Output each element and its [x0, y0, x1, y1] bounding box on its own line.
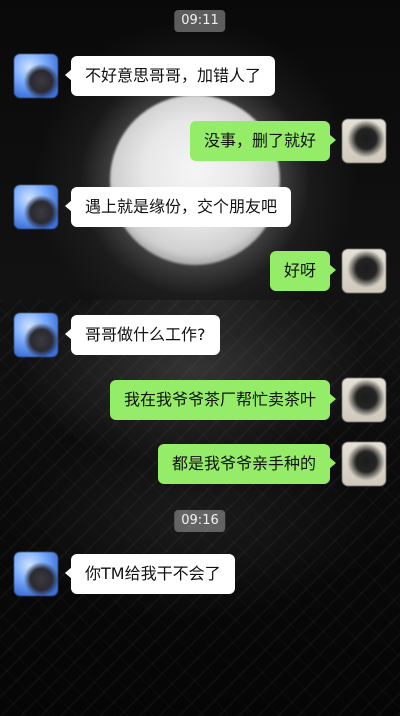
contact-avatar[interactable]: [14, 185, 58, 229]
timestamp: 09:11: [174, 10, 226, 32]
incoming-message-bubble[interactable]: 不好意思哥哥，加错人了: [64, 56, 276, 96]
user-avatar[interactable]: [342, 249, 386, 293]
chat-area[interactable]: 09:11 不好意思哥哥，加错人了 没事，删了就好 遇上就是缘份，交个朋友吧 好…: [0, 0, 400, 716]
outgoing-message-bubble[interactable]: 都是我爷爷亲手种的: [157, 444, 337, 484]
contact-avatar[interactable]: [14, 552, 58, 596]
user-avatar[interactable]: [342, 378, 386, 422]
user-avatar[interactable]: [342, 442, 386, 486]
outgoing-message-bubble[interactable]: 我在我爷爷茶厂帮忙卖茶叶: [109, 380, 337, 420]
incoming-message-bubble[interactable]: 哥哥做什么工作?: [65, 315, 220, 355]
timestamp: 09:16: [174, 510, 226, 532]
incoming-message-bubble[interactable]: 遇上就是缘份，交个朋友吧: [64, 187, 292, 227]
contact-avatar[interactable]: [14, 313, 58, 357]
contact-avatar[interactable]: [14, 54, 58, 98]
incoming-message-bubble[interactable]: 你TM给我干不会了: [65, 554, 235, 594]
outgoing-message-bubble[interactable]: 没事，删了就好: [189, 121, 337, 161]
outgoing-message-bubble[interactable]: 好呀: [269, 251, 337, 291]
user-avatar[interactable]: [342, 119, 386, 163]
